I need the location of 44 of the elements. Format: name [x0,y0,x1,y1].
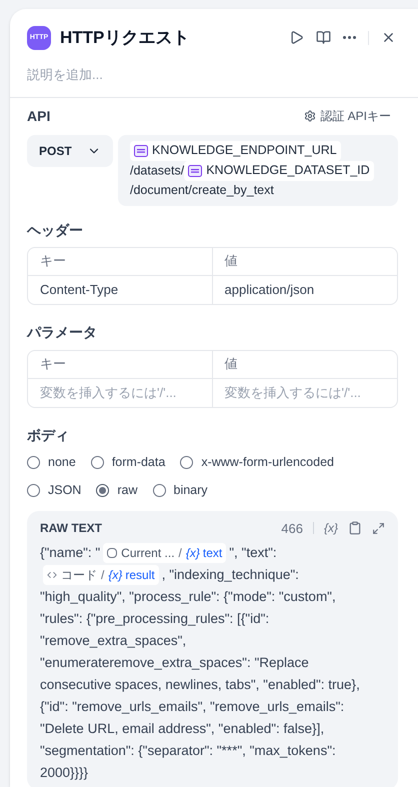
body-type-radio[interactable]: x-www-form-urlencoded [180,452,334,472]
url-text: /datasets/ [130,162,184,177]
column-header: 値 [224,355,238,374]
variable-icon [107,548,118,558]
url-text: /document/create_by_text [130,182,274,196]
headers-label: ヘッダー [27,220,84,240]
editor-title: RAW TEXT [40,520,102,538]
env-icon [134,144,148,156]
node-title: HTTPリクエスト [60,27,190,49]
env-variable-chip[interactable]: KNOWLEDGE_DATASET_ID [184,160,374,180]
code-icon [47,570,57,580]
column-header: キー [40,355,66,374]
run-button[interactable] [289,30,304,46]
character-count: 466 [281,520,303,538]
auth-button[interactable]: 認証 APIキー [304,107,391,125]
env-icon [188,164,202,176]
body-type-radio[interactable]: none [27,452,76,472]
params-label: パラメータ [27,322,98,342]
column-header: 値 [224,252,238,270]
env-variable-chip[interactable]: KNOWLEDGE_ENDPOINT_URL [130,140,341,160]
method-select[interactable]: POST [27,134,113,166]
expand-button[interactable] [372,522,385,535]
body-type-radio[interactable]: JSON [27,480,82,500]
insert-variable-button[interactable]: {x} [324,519,338,538]
more-icon [343,36,356,40]
copy-button[interactable] [348,521,362,536]
help-book-button[interactable] [316,30,331,46]
api-label: API [27,106,50,126]
url-field[interactable]: KNOWLEDGE_ENDPOINT_URL /datasets/ KNOWLEDGE_DATASET_ID /document/create_by_text [118,134,398,206]
raw-text-editor[interactable] [27,510,398,787]
body-type-radio[interactable]: form-data [90,452,166,472]
raw-body-text: {"name": " Current ... / {x} text ", "text": コード / {x} result , "indexing_technique": "high_quality", "process_rule": {"mode": "custom", "rules": {"pre_processing_rules": [{"id": "remove_extra_spaces", "enumerateremove_extra_spaces": "Replace consecutive spaces, newlines, tabs", "enabled": true}, {"id": "remove_urls_emails", "remove_urls_emails": "Delete URL, email address", "enabled": false}], "segmentation": {"separator": "***", "max_tokens": 2000}}}} [40,542,361,782]
header-value[interactable]: application/json [224,280,314,300]
variable-chip[interactable]: コード / {x} result [43,565,159,586]
gear-icon [304,110,316,122]
more-button[interactable] [343,36,356,40]
param-key-field[interactable]: 変数を挿入するには'/'... [40,382,200,402]
header-key[interactable]: Content-Type [40,280,118,300]
param-value-field[interactable]: 変数を挿入するには'/'... [224,382,385,402]
variable-chip[interactable]: Current ... / {x} text [103,543,226,564]
body-type-radio[interactable]: binary [152,480,208,500]
column-header: キー [40,252,66,270]
body-label: ボディ [27,426,70,444]
body-type-radio[interactable]: raw [96,480,138,500]
